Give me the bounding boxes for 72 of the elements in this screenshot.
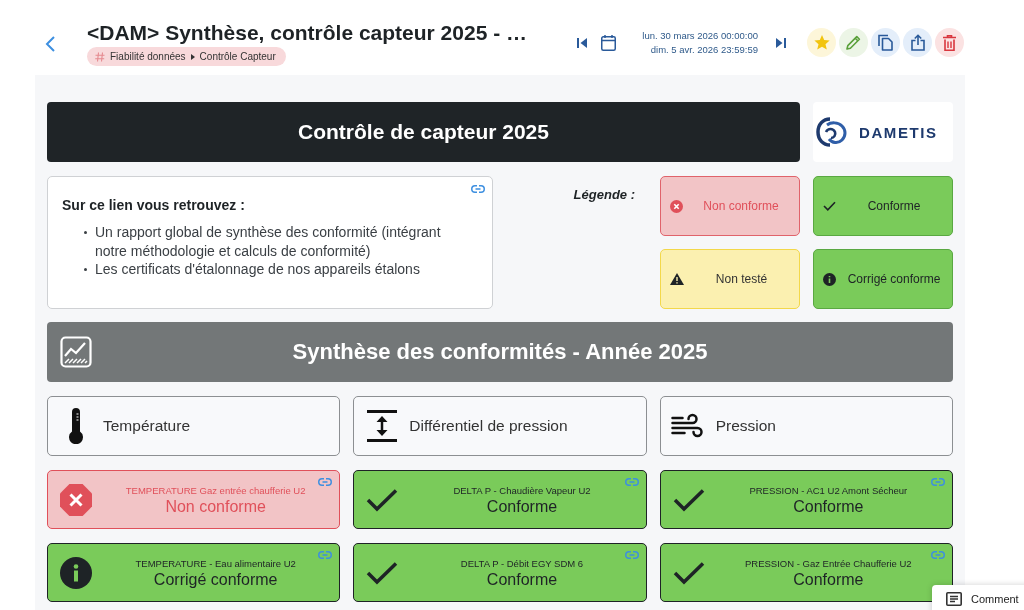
- logo-icon: [816, 117, 848, 147]
- category-label: Température: [103, 417, 190, 435]
- comment-icon: [946, 592, 962, 606]
- link-icon[interactable]: [931, 551, 945, 559]
- sensor-name: PRESSION - AC1 U2 Amont Sécheur: [749, 484, 908, 497]
- link-icon[interactable]: [318, 551, 333, 559]
- sensor-name: DELTA P - Chaudière Vapeur U2: [453, 484, 591, 497]
- pencil-icon: [846, 35, 861, 50]
- info-icon: [823, 272, 836, 286]
- share-button[interactable]: [903, 28, 932, 57]
- status-text: Conforme: [486, 569, 558, 590]
- category-label: Différentiel de pression: [409, 417, 568, 435]
- share-icon: [910, 34, 925, 51]
- comment-button[interactable]: Comment: [932, 585, 1024, 610]
- wind-icon: [671, 413, 706, 439]
- skip-back-icon[interactable]: [577, 37, 587, 48]
- thermometer-icon: [67, 408, 84, 444]
- legend-text: Non conforme: [702, 200, 780, 212]
- delete-button[interactable]: [935, 28, 964, 57]
- link-icon[interactable]: [471, 185, 485, 193]
- legend-label: Légende :: [573, 187, 635, 202]
- duplicate-button[interactable]: [871, 28, 900, 57]
- list-item: Les certificats d'étalonnage de nos appareils étalons: [95, 260, 420, 279]
- hash-icon: [95, 51, 105, 62]
- section-title: Synthèse des conformités - Année 2025: [292, 339, 708, 365]
- link-icon[interactable]: [318, 478, 333, 486]
- link-icon[interactable]: [624, 551, 639, 559]
- status-text: Conforme: [486, 496, 558, 517]
- banner-title: Contrôle de capteur 2025: [298, 120, 549, 144]
- sensor-name: DELTA P - Débit EGY SDM 6: [460, 557, 584, 570]
- legend-text: Conforme: [866, 200, 922, 212]
- legend-text: Corrigé conforme: [846, 273, 942, 285]
- check-icon: [672, 487, 705, 512]
- breadcrumb-item[interactable]: Fiabilité données: [110, 50, 186, 63]
- page-title: <DAM> Synthèse, contrôle capteur 2025 - …: [87, 21, 527, 45]
- info-icon: [60, 556, 92, 589]
- check-icon: [366, 487, 399, 512]
- chevron-right-icon: [190, 53, 195, 60]
- sensor-name: TEMPERATURE - Eau alimentaire U2: [135, 557, 296, 570]
- bullet-icon: [84, 231, 87, 234]
- edit-button[interactable]: [839, 28, 868, 57]
- end-date: dim. 5 avr. 2026 23:59:59: [650, 42, 758, 57]
- star-icon: [813, 35, 830, 50]
- status-text: Non conforme: [165, 496, 266, 517]
- status-text: Corrigé conforme: [153, 569, 278, 590]
- logo-text: DAMETIS: [859, 123, 938, 141]
- check-icon: [366, 560, 399, 585]
- list-item: Un rapport global de synthèse des conformité (intégrant notre méthodologie et calculs de conformité): [95, 223, 442, 260]
- check-icon: [823, 201, 836, 211]
- legend-text: Non testé: [714, 273, 769, 285]
- trash-icon: [943, 34, 956, 51]
- copy-icon: [878, 34, 893, 51]
- vertical-arrows-icon: [366, 410, 397, 442]
- breadcrumb-item[interactable]: Contrôle Capteur: [199, 50, 276, 63]
- category-label: Pression: [715, 417, 776, 435]
- error-octagon-icon: [60, 483, 92, 516]
- back-icon[interactable]: [45, 36, 55, 52]
- skip-forward-icon[interactable]: [776, 37, 786, 48]
- error-icon: [670, 199, 683, 213]
- status-text: Conforme: [793, 496, 864, 517]
- sensor-name: PRESSION - Gaz Entrée Chaufferie U2: [745, 557, 912, 570]
- link-icon[interactable]: [624, 478, 639, 486]
- link-icon[interactable]: [931, 478, 945, 486]
- calendar-icon[interactable]: [601, 34, 616, 51]
- sensor-name: TEMPERATURE Gaz entrée chaufferie U2: [125, 484, 306, 497]
- bullet-icon: [84, 268, 87, 271]
- start-date: lun. 30 mars 2026 00:00:00: [642, 28, 758, 43]
- check-icon: [672, 560, 705, 585]
- warning-icon: [670, 273, 684, 285]
- chart-icon: [60, 336, 92, 368]
- info-title: Sur ce lien vous retrouvez :: [62, 196, 246, 214]
- status-text: Conforme: [793, 569, 864, 590]
